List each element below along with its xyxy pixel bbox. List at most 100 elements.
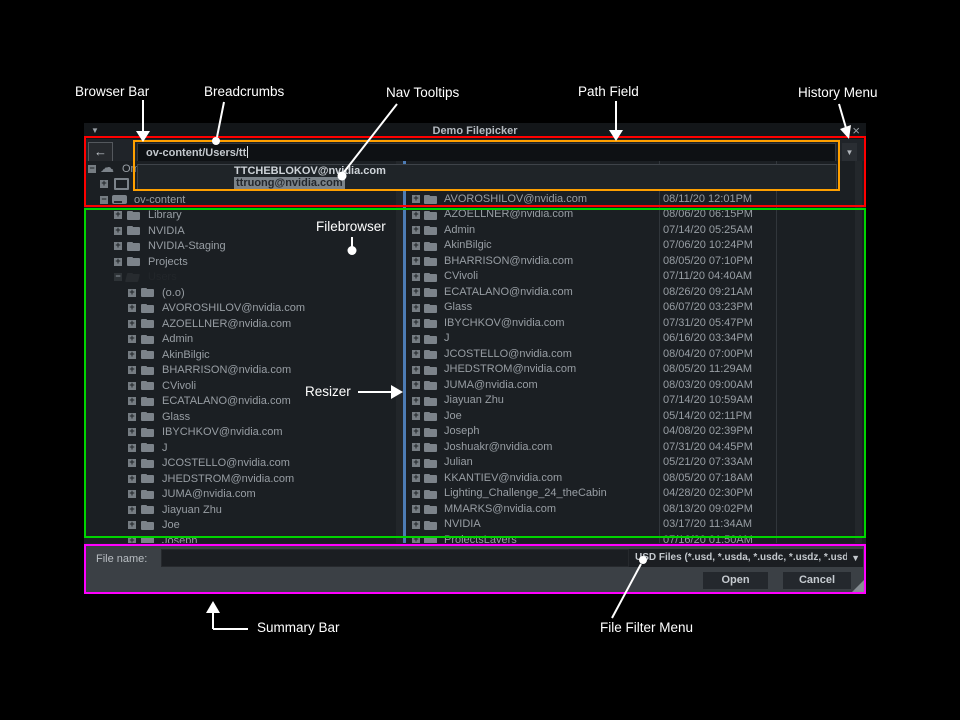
plus-expander-icon[interactable]: + [114,258,122,266]
plus-expander-icon[interactable]: + [412,490,420,498]
plus-expander-icon[interactable]: + [412,412,420,420]
file-name-input[interactable] [161,549,629,567]
tree-row[interactable]: +J [84,440,403,456]
file-list-row[interactable]: +Joe05/14/20 02:11PM [406,409,866,425]
file-filter-menu[interactable]: USD Files (*.usd, *.usda, *.usdc, *.usdz… [629,549,863,567]
file-list-row[interactable]: +AkinBilgic07/06/20 10:24PM [406,238,866,254]
plus-expander-icon[interactable]: + [412,226,420,234]
tree-row[interactable]: +AZOELLNER@nvidia.com [84,316,403,332]
tree-row[interactable]: +ECATALANO@nvidia.com [84,394,403,410]
close-icon[interactable]: × [852,123,860,138]
plus-expander-icon[interactable]: + [412,304,420,312]
file-list-row[interactable]: +Jiayuan Zhu07/14/20 10:59AM [406,393,866,409]
plus-expander-icon[interactable]: + [128,506,136,514]
plus-expander-icon[interactable]: + [128,351,136,359]
plus-expander-icon[interactable]: + [114,242,122,250]
tree-row[interactable]: +JCOSTELLO@nvidia.com [84,456,403,472]
plus-expander-icon[interactable]: + [114,211,122,219]
file-list-row[interactable]: +ProjectsLayers07/16/20 01:50AM [406,533,866,544]
file-list-row[interactable]: +Joseph04/08/20 02:39PM [406,424,866,440]
tree-row[interactable]: −Users [84,270,403,286]
tree-row[interactable]: +Library [84,208,403,224]
plus-expander-icon[interactable]: + [412,536,420,543]
title-bar[interactable]: ▼ Demo Filepicker × [84,123,866,139]
cancel-button[interactable]: Cancel [783,572,851,589]
plus-expander-icon[interactable]: + [412,366,420,374]
path-field-input[interactable]: ov-content/Users/tt [137,143,836,163]
tree-row[interactable]: +BHARRISON@nvidia.com [84,363,403,379]
plus-expander-icon[interactable]: + [128,428,136,436]
file-list-row[interactable]: +ECATALANO@nvidia.com08/26/20 09:21AM [406,285,866,301]
tree-row[interactable]: +Admin [84,332,403,348]
tree-row[interactable]: +Glass [84,409,403,425]
file-list-row[interactable]: +KKANTIEV@nvidia.com08/05/20 07:18AM [406,471,866,487]
tree-scrollbar-track[interactable] [396,161,403,543]
plus-expander-icon[interactable]: + [412,335,420,343]
plus-expander-icon[interactable]: + [128,289,136,297]
plus-expander-icon[interactable]: + [412,397,420,405]
tree-row[interactable]: +(o.o) [84,285,403,301]
plus-expander-icon[interactable]: + [128,444,136,452]
plus-expander-icon[interactable]: + [412,242,420,250]
plus-expander-icon[interactable]: + [100,180,108,188]
plus-expander-icon[interactable]: + [412,521,420,529]
minus-expander-icon[interactable]: − [88,165,96,173]
plus-expander-icon[interactable]: + [128,475,136,483]
file-list-row[interactable]: +NVIDIA03/17/20 11:34AM [406,517,866,533]
file-list-row[interactable]: +Lighting_Challenge_24_theCabin04/28/20 … [406,486,866,502]
file-list-row[interactable]: +IBYCHKOV@nvidia.com07/31/20 05:47PM [406,316,866,332]
file-list-row[interactable]: +JUMA@nvidia.com08/03/20 09:00AM [406,378,866,394]
plus-expander-icon[interactable]: + [412,443,420,451]
plus-expander-icon[interactable]: + [128,366,136,374]
file-list-row[interactable]: +Joshuakr@nvidia.com07/31/20 04:45PM [406,440,866,456]
tree-row[interactable]: +Jiayuan Zhu [84,502,403,518]
tree-row[interactable]: +IBYCHKOV@nvidia.com [84,425,403,441]
back-button[interactable]: ← [88,142,113,162]
open-button[interactable]: Open [703,572,768,589]
plus-expander-icon[interactable]: + [412,428,420,436]
plus-expander-icon[interactable]: + [128,537,136,543]
tree-row[interactable]: +NVIDIA-Staging [84,239,403,255]
file-list-row[interactable]: +MMARKS@nvidia.com08/13/20 09:02PM [406,502,866,518]
plus-expander-icon[interactable]: + [128,304,136,312]
plus-expander-icon[interactable]: + [412,319,420,327]
tree-row[interactable]: +JUMA@nvidia.com [84,487,403,503]
history-menu-button[interactable]: ▼ [842,143,857,162]
plus-expander-icon[interactable]: + [412,211,420,219]
tree-row[interactable]: +CVivoli [84,378,403,394]
file-list-row[interactable]: +Glass06/07/20 03:23PM [406,300,866,316]
file-list-row[interactable]: +Julian05/21/20 07:33AM [406,455,866,471]
plus-expander-icon[interactable]: + [412,381,420,389]
tree-row[interactable]: +Joe [84,518,403,534]
file-list-row[interactable]: +AZOELLNER@nvidia.com08/06/20 06:15PM [406,207,866,223]
plus-expander-icon[interactable]: + [412,273,420,281]
plus-expander-icon[interactable]: + [412,505,420,513]
plus-expander-icon[interactable]: + [128,413,136,421]
plus-expander-icon[interactable]: + [412,195,420,203]
tree-row[interactable]: +AVOROSHILOV@nvidia.com [84,301,403,317]
file-list-row[interactable]: +JHEDSTROM@nvidia.com08/05/20 11:29AM [406,362,866,378]
file-list-row[interactable]: +JCOSTELLO@nvidia.com08/04/20 07:00PM [406,347,866,363]
plus-expander-icon[interactable]: + [128,335,136,343]
tree-row[interactable]: +Projects [84,254,403,270]
plus-expander-icon[interactable]: + [412,288,420,296]
minus-expander-icon[interactable]: − [100,196,108,204]
plus-expander-icon[interactable]: + [412,350,420,358]
tree-row[interactable]: +Joseph [84,533,403,543]
plus-expander-icon[interactable]: + [128,521,136,529]
plus-expander-icon[interactable]: + [412,257,420,265]
plus-expander-icon[interactable]: + [412,474,420,482]
file-list-row[interactable]: +AVOROSHILOV@nvidia.com08/11/20 12:01PM [406,192,866,208]
file-list-row[interactable]: +Admin07/14/20 05:25AM [406,223,866,239]
file-list-row[interactable]: +BHARRISON@nvidia.com08/05/20 07:10PM [406,254,866,270]
plus-expander-icon[interactable]: + [114,227,122,235]
tree-row[interactable]: +NVIDIA [84,223,403,239]
plus-expander-icon[interactable]: + [128,459,136,467]
tree-row[interactable]: −ov-content [84,192,403,208]
plus-expander-icon[interactable]: + [128,397,136,405]
window-resize-grip[interactable] [852,579,865,592]
plus-expander-icon[interactable]: + [128,382,136,390]
file-list-row[interactable]: +J06/16/20 03:34PM [406,331,866,347]
tooltip-item-selected[interactable]: ttruong@nvidia.com [138,177,836,189]
tree-row[interactable]: +AkinBilgic [84,347,403,363]
